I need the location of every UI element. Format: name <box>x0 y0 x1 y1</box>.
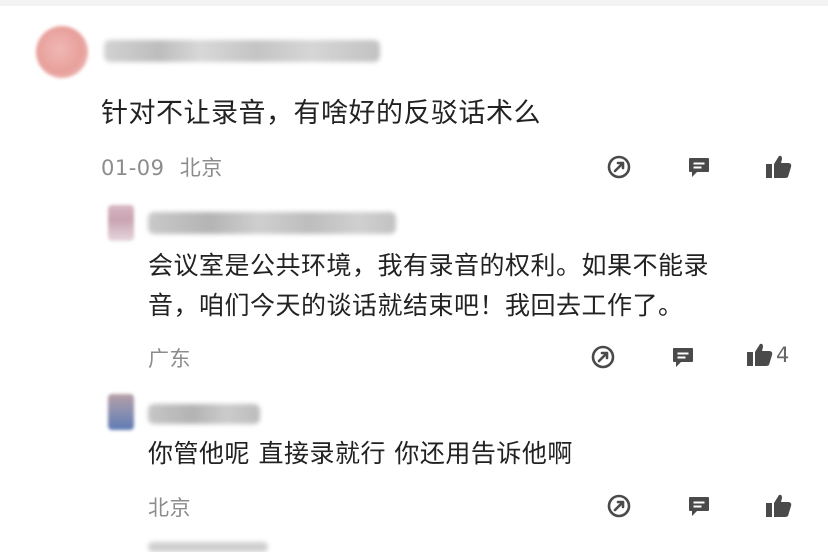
comment-meta: 北京 <box>148 492 191 522</box>
like-button[interactable] <box>764 491 794 521</box>
share-button[interactable] <box>588 342 618 372</box>
author-name[interactable] <box>148 542 268 552</box>
like-button[interactable]: 4 <box>746 342 789 368</box>
comment-text-line2: 音，咱们今天的谈话就结束吧！我回去工作了。 <box>148 291 684 320</box>
like-count: 4 <box>776 343 790 367</box>
author-name[interactable] <box>148 212 396 234</box>
share-icon <box>607 494 631 518</box>
comment-meta: 01-09 北京 <box>101 152 223 182</box>
reply-button[interactable] <box>684 491 714 521</box>
reply-icon <box>689 158 709 177</box>
like-icon <box>766 494 792 517</box>
top-separator <box>0 0 828 6</box>
avatar[interactable] <box>108 205 134 241</box>
comment-text: 针对不让录音，有啥好的反驳话术么 <box>101 98 541 129</box>
comment-date: 01-09 <box>101 156 165 180</box>
share-icon <box>607 155 631 179</box>
comment-text-line1: 会议室是公共环境，我有录音的权利。如果不能录 <box>148 251 710 280</box>
like-button[interactable] <box>764 152 794 182</box>
author-name[interactable] <box>148 404 260 424</box>
comment-meta: 广东 <box>148 343 191 373</box>
share-icon <box>591 345 615 369</box>
reply-icon <box>673 348 693 367</box>
like-icon <box>747 343 773 366</box>
comment-location: 广东 <box>148 347 191 371</box>
comment-location: 北京 <box>179 156 223 180</box>
share-button[interactable] <box>604 152 634 182</box>
reply-button[interactable] <box>684 152 714 182</box>
like-icon <box>766 155 792 178</box>
comment-location: 北京 <box>148 496 191 520</box>
share-button[interactable] <box>604 491 634 521</box>
avatar[interactable] <box>36 26 88 78</box>
comment-text: 你管他呢 直接录就行 你还用告诉他啊 <box>148 439 573 468</box>
reply-button[interactable] <box>668 342 698 372</box>
author-name[interactable] <box>104 40 380 62</box>
reply-icon <box>689 497 709 516</box>
avatar[interactable] <box>108 394 134 430</box>
